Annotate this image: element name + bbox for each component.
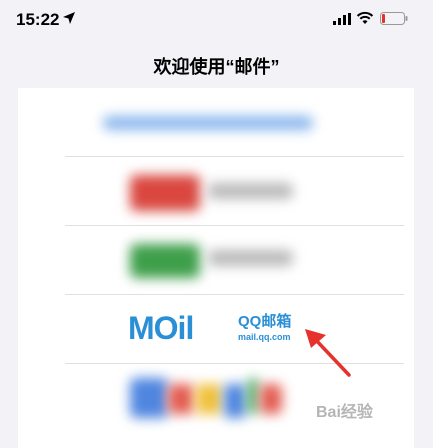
exchange-logo xyxy=(103,116,313,130)
provider-list: MOil QQ邮箱 mail.qq.com xyxy=(18,88,414,448)
google-logo-g1 xyxy=(130,378,168,418)
google-logo-l xyxy=(248,378,258,414)
wifi-icon xyxy=(356,11,374,24)
watermark: Bai经验 xyxy=(316,404,373,421)
battery-low-icon xyxy=(380,12,408,25)
cellular-signal-icon xyxy=(333,13,351,25)
google-logo-o1 xyxy=(168,384,194,414)
location-arrow-icon xyxy=(63,12,75,24)
163-logo xyxy=(130,175,200,211)
status-time: 15:22 xyxy=(16,10,60,29)
google-logo-g2 xyxy=(224,384,246,418)
annotation-arrow-icon xyxy=(305,329,351,377)
126-logo-text xyxy=(208,250,293,266)
163-logo-text xyxy=(208,183,293,199)
provider-item-126[interactable] xyxy=(18,226,414,294)
provider-item-163[interactable] xyxy=(18,157,414,225)
qq-mail-name: QQ邮箱 xyxy=(238,313,292,330)
qq-mail-label: QQ邮箱 mail.qq.com xyxy=(238,313,291,343)
google-logo-e xyxy=(260,384,282,414)
page-title: 欢迎使用“邮件” xyxy=(153,57,280,77)
126-logo xyxy=(130,244,200,278)
google-logo-o2 xyxy=(196,384,222,414)
qq-mail-logo-word: MOil xyxy=(128,310,194,346)
provider-item-exchange[interactable] xyxy=(18,88,414,156)
status-bar: 15:22 xyxy=(0,0,433,44)
qq-mail-domain: mail.qq.com xyxy=(238,332,291,342)
